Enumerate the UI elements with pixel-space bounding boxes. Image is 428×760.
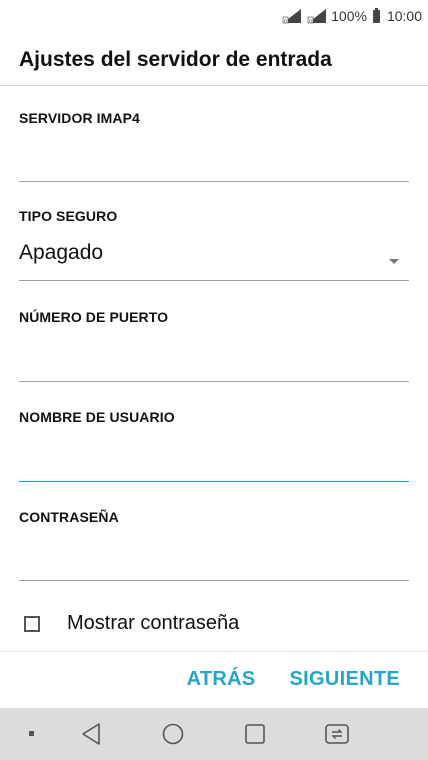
chevron-down-icon[interactable] bbox=[389, 259, 399, 264]
password-field[interactable]: CONTRASEÑA bbox=[19, 509, 409, 584]
recents-square-icon[interactable] bbox=[238, 708, 272, 760]
password-underline bbox=[19, 580, 409, 581]
svg-text:n: n bbox=[284, 19, 287, 25]
back-triangle-icon[interactable] bbox=[74, 708, 108, 760]
username-label: NOMBRE DE USUARIO bbox=[19, 409, 175, 425]
dual-window-icon[interactable] bbox=[320, 708, 354, 760]
signal-sim2-icon: n bbox=[306, 8, 328, 24]
security-type-underline bbox=[19, 280, 409, 281]
security-type-field[interactable]: TIPO SEGURO Apagado bbox=[19, 208, 409, 284]
username-underline bbox=[19, 481, 409, 482]
show-password-label[interactable]: Mostrar contraseña bbox=[67, 612, 239, 635]
system-nav-bar bbox=[0, 708, 428, 760]
battery-percent: 100% bbox=[331, 8, 367, 24]
home-circle-icon[interactable] bbox=[156, 708, 190, 760]
security-type-select[interactable]: Apagado bbox=[19, 241, 103, 265]
clock: 10:00 bbox=[386, 8, 422, 24]
port-label: NÚMERO DE PUERTO bbox=[19, 309, 169, 325]
next-button[interactable]: SIGUIENTE bbox=[290, 668, 401, 691]
battery-icon bbox=[372, 7, 384, 23]
security-type-label: TIPO SEGURO bbox=[19, 208, 118, 224]
back-button[interactable]: ATRÁS bbox=[187, 668, 256, 691]
notification-dot-icon bbox=[22, 708, 42, 760]
svg-text:n: n bbox=[309, 19, 312, 25]
port-underline bbox=[19, 381, 409, 382]
imap-server-field[interactable]: SERVIDOR IMAP4 bbox=[19, 110, 409, 185]
password-label: CONTRASEÑA bbox=[19, 509, 119, 525]
port-field[interactable]: NÚMERO DE PUERTO bbox=[19, 309, 409, 384]
show-password-checkbox[interactable] bbox=[24, 615, 40, 632]
page-title: Ajustes del servidor de entrada bbox=[19, 48, 332, 71]
imap-server-underline bbox=[19, 181, 409, 182]
status-bar: n n 100% 10:00 bbox=[0, 0, 428, 32]
divider bbox=[0, 651, 428, 652]
show-password-row[interactable]: Mostrar contraseña bbox=[24, 612, 239, 635]
app-bar: Ajustes del servidor de entrada bbox=[0, 32, 428, 86]
imap-server-label: SERVIDOR IMAP4 bbox=[19, 110, 140, 126]
signal-sim1-icon: n bbox=[281, 8, 303, 24]
username-field[interactable]: NOMBRE DE USUARIO bbox=[19, 409, 409, 484]
action-bar: ATRÁS SIGUIENTE bbox=[153, 668, 400, 691]
